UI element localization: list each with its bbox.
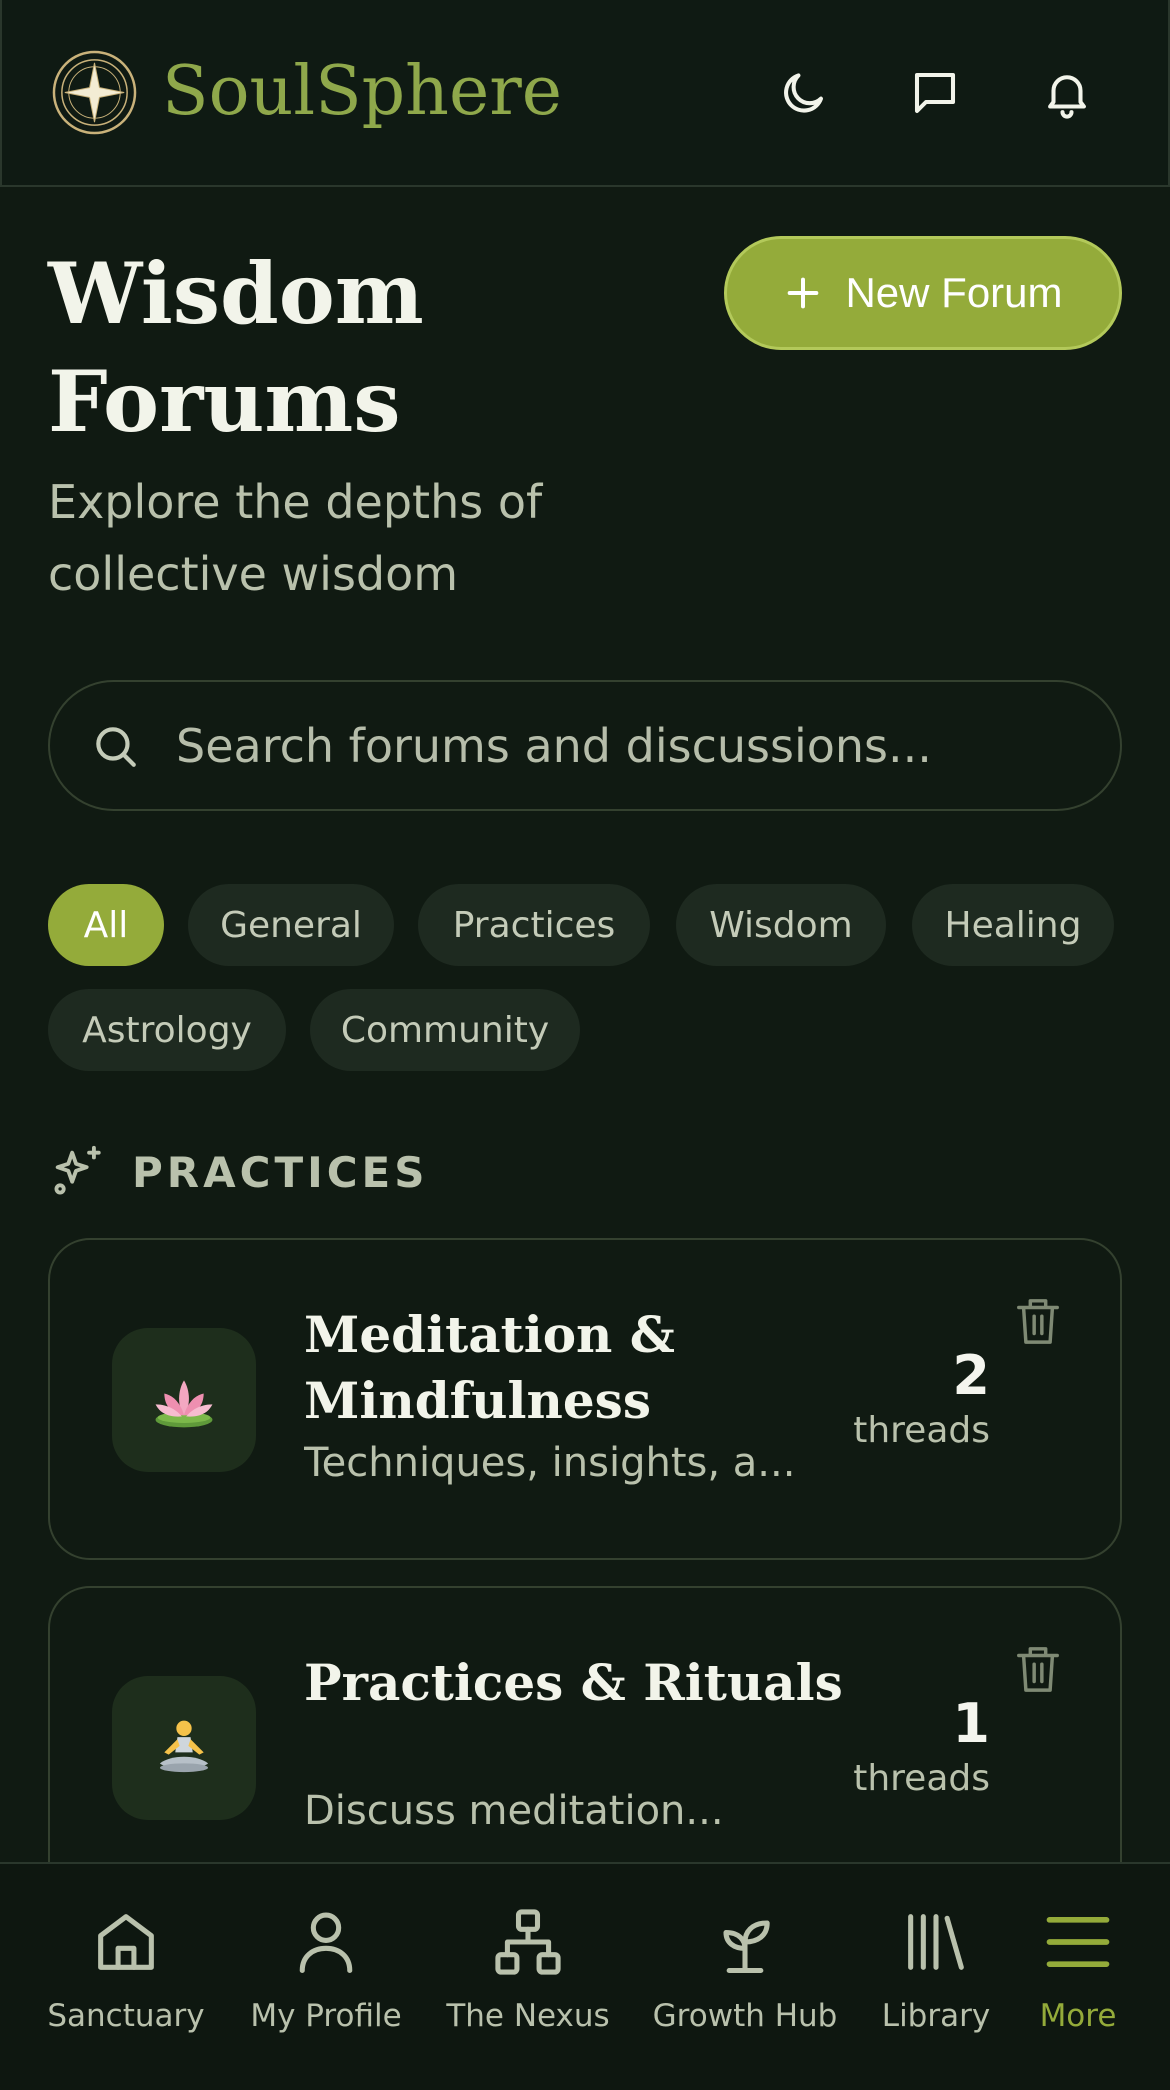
forum-icon-box xyxy=(112,1676,256,1820)
notifications-bell-icon[interactable] xyxy=(1040,66,1094,120)
search-bar[interactable] xyxy=(48,680,1122,811)
forum-description: Techniques, insights, a... xyxy=(304,1440,796,1486)
forum-card[interactable]: Meditation & Mindfulness Techniques, ins… xyxy=(48,1238,1122,1560)
sparkles-icon xyxy=(54,1145,101,1195)
network-icon xyxy=(495,1909,561,1975)
forum-icon-box xyxy=(112,1328,256,1472)
nav-label: Sanctuary xyxy=(47,1998,205,2034)
section-heading: PRACTICES xyxy=(48,1142,429,1202)
nav-item-sanctuary[interactable]: Sanctuary xyxy=(36,1904,216,2064)
thread-count-label: threads xyxy=(853,1410,990,1451)
plus-icon xyxy=(788,277,819,309)
filter-chip-astrology[interactable]: Astrology xyxy=(48,989,286,1071)
top-bar: SoulSphere xyxy=(0,0,1170,187)
forum-card[interactable]: Practices & Rituals Discuss meditation..… xyxy=(48,1586,1122,1908)
search-icon xyxy=(96,726,136,767)
page-title: Wisdom Forums xyxy=(48,244,424,451)
forum-description: Discuss meditation... xyxy=(304,1788,724,1834)
nav-item-the-nexus[interactable]: The Nexus xyxy=(438,1904,618,2064)
filter-chip-healing[interactable]: Healing xyxy=(912,884,1114,966)
new-forum-button[interactable]: New Forum xyxy=(724,236,1122,350)
nav-label: Growth Hub xyxy=(652,1998,838,2034)
menu-icon xyxy=(1046,1916,1110,1968)
nav-label: Library xyxy=(881,1998,991,2034)
soulsphere-logo-icon[interactable] xyxy=(51,49,138,136)
trash-icon[interactable] xyxy=(1016,1644,1060,1694)
library-icon xyxy=(908,1914,964,1970)
new-forum-label: New Forum xyxy=(845,269,1063,316)
nav-label: My Profile xyxy=(250,1998,402,2034)
thread-count: 1 xyxy=(952,1692,990,1755)
sprout-icon xyxy=(723,1920,770,1974)
lotus-emoji xyxy=(155,1380,213,1428)
nav-label: The Nexus xyxy=(446,1998,610,2034)
nav-item-more[interactable]: More xyxy=(988,1904,1168,2064)
brand-name[interactable]: SoulSphere xyxy=(162,52,562,132)
filter-chip-wisdom[interactable]: Wisdom xyxy=(676,884,886,966)
messages-icon[interactable] xyxy=(908,66,962,120)
forum-title[interactable]: Practices & Rituals xyxy=(304,1650,844,1716)
nav-label: More xyxy=(1039,1998,1117,2034)
trash-icon[interactable] xyxy=(1016,1296,1060,1346)
nav-item-my-profile[interactable]: My Profile xyxy=(236,1904,416,2064)
thread-count-label: threads xyxy=(853,1758,990,1799)
app-root: SoulSphere Wisdom Forums Explore the dep… xyxy=(0,0,1170,2090)
filter-chip-general[interactable]: General xyxy=(188,884,394,966)
home-icon xyxy=(98,1914,154,1970)
filter-chip-practices[interactable]: Practices xyxy=(418,884,650,966)
search-input[interactable] xyxy=(176,718,1056,773)
theme-moon-icon[interactable] xyxy=(776,66,830,120)
thread-count: 2 xyxy=(952,1344,990,1407)
forum-title[interactable]: Meditation & Mindfulness xyxy=(304,1302,844,1434)
nav-item-growth-hub[interactable]: Growth Hub xyxy=(652,1904,838,2064)
meditating-person-emoji xyxy=(159,1720,209,1773)
user-icon xyxy=(299,1912,353,1974)
page-subtitle: Explore the depths of collective wisdom xyxy=(48,475,543,601)
section-label: PRACTICES xyxy=(132,1147,429,1197)
filter-chip-all[interactable]: All xyxy=(48,884,164,966)
filter-chip-community[interactable]: Community xyxy=(310,989,580,1071)
bottom-navigation: Sanctuary My Profile The Nexus Growth Hu… xyxy=(0,1862,1170,2090)
